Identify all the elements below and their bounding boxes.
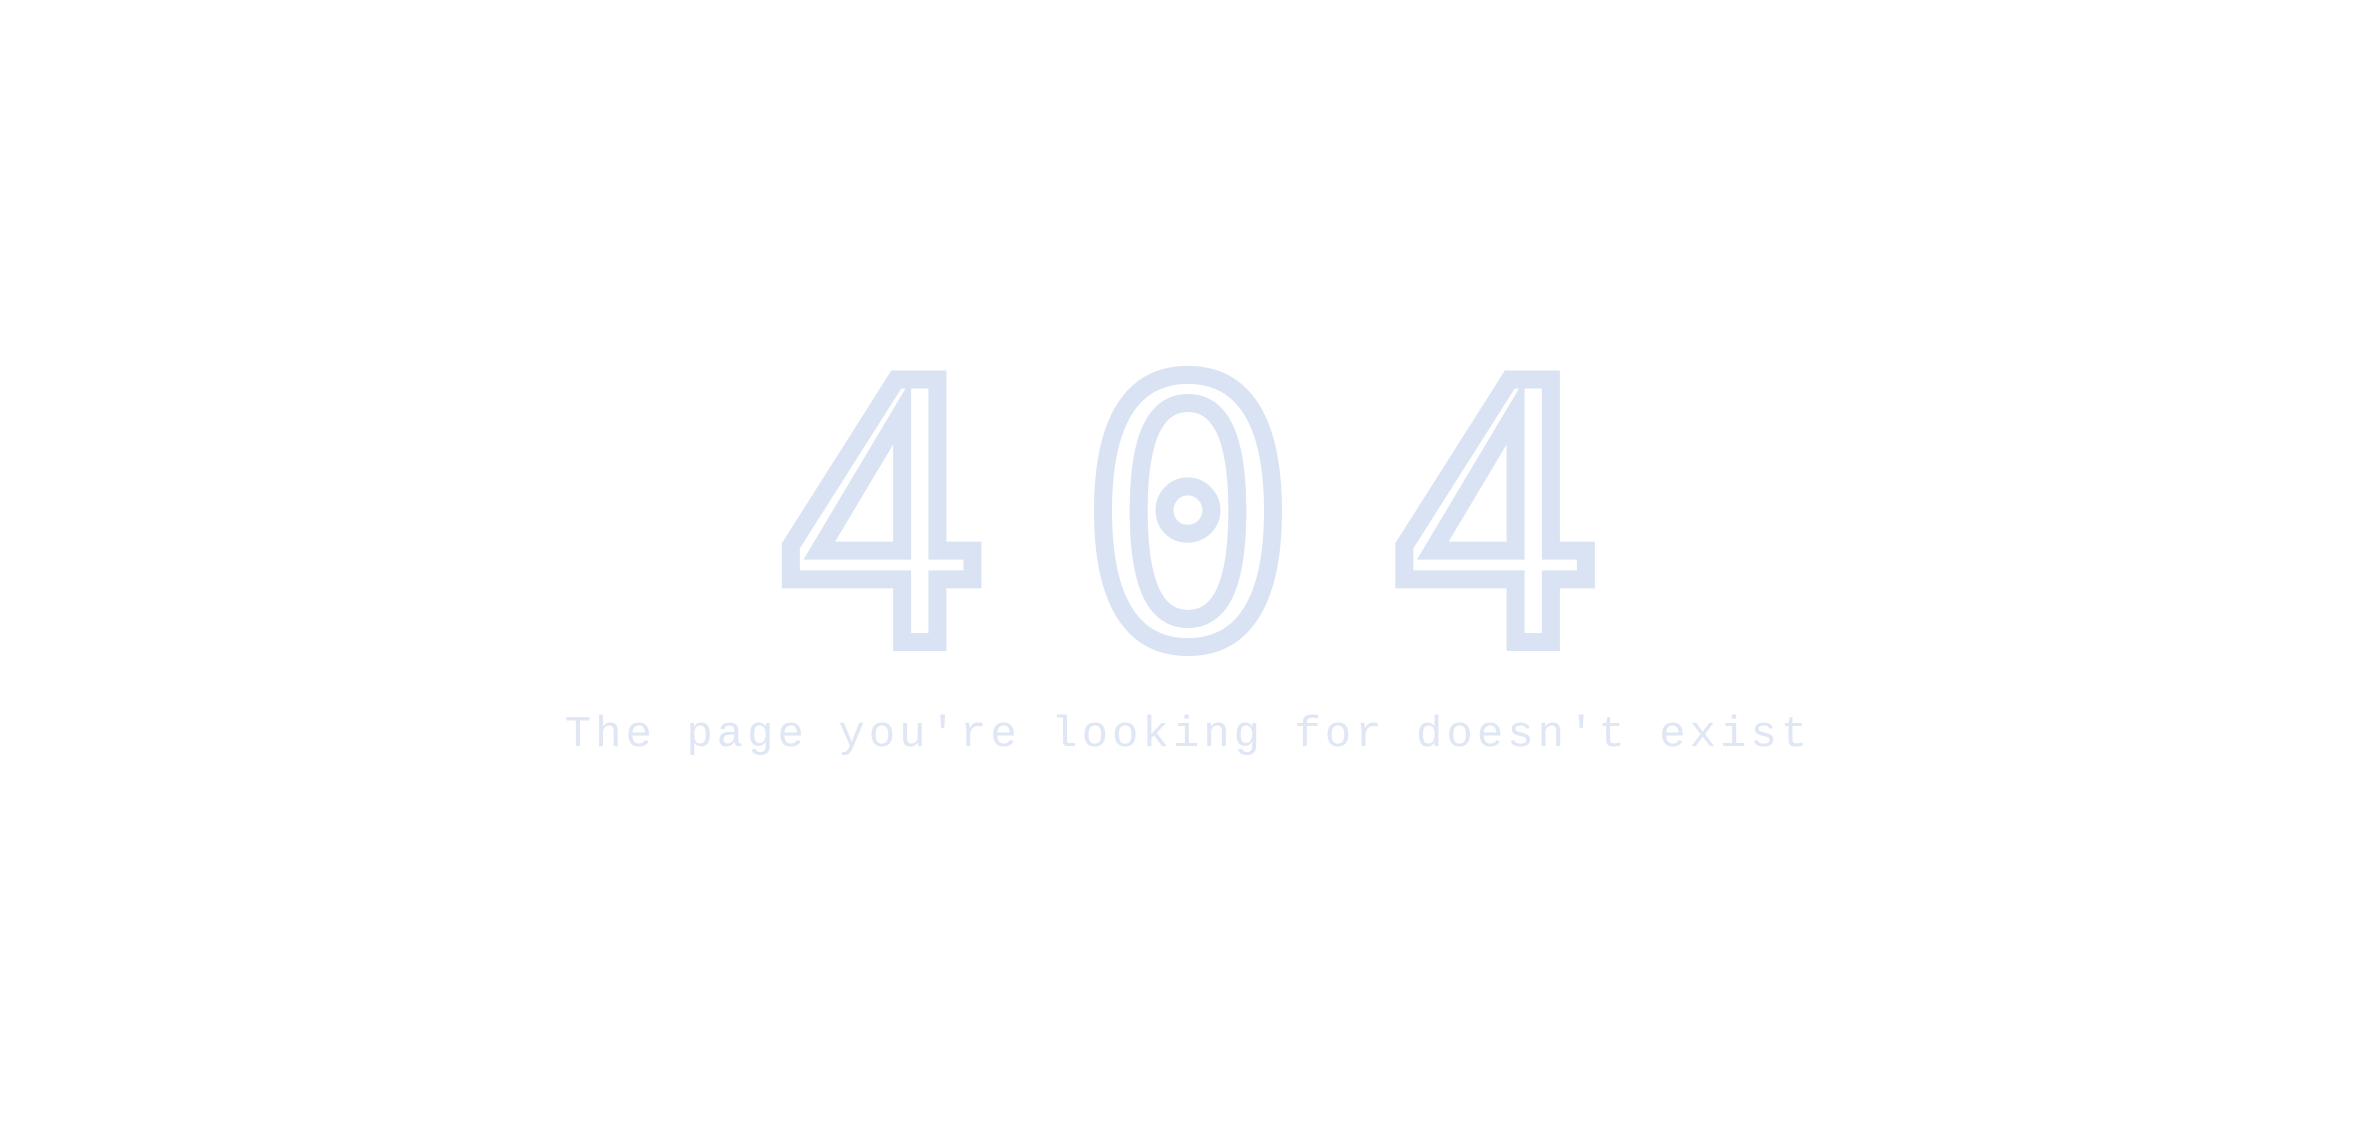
error-block: 404 The page you're looking for doesn't … — [0, 0, 2376, 1136]
error-message: The page you're looking for doesn't exis… — [564, 710, 1812, 760]
not-found-page: 404 The page you're looking for doesn't … — [0, 0, 2376, 1136]
error-code: 404 — [764, 308, 1694, 727]
